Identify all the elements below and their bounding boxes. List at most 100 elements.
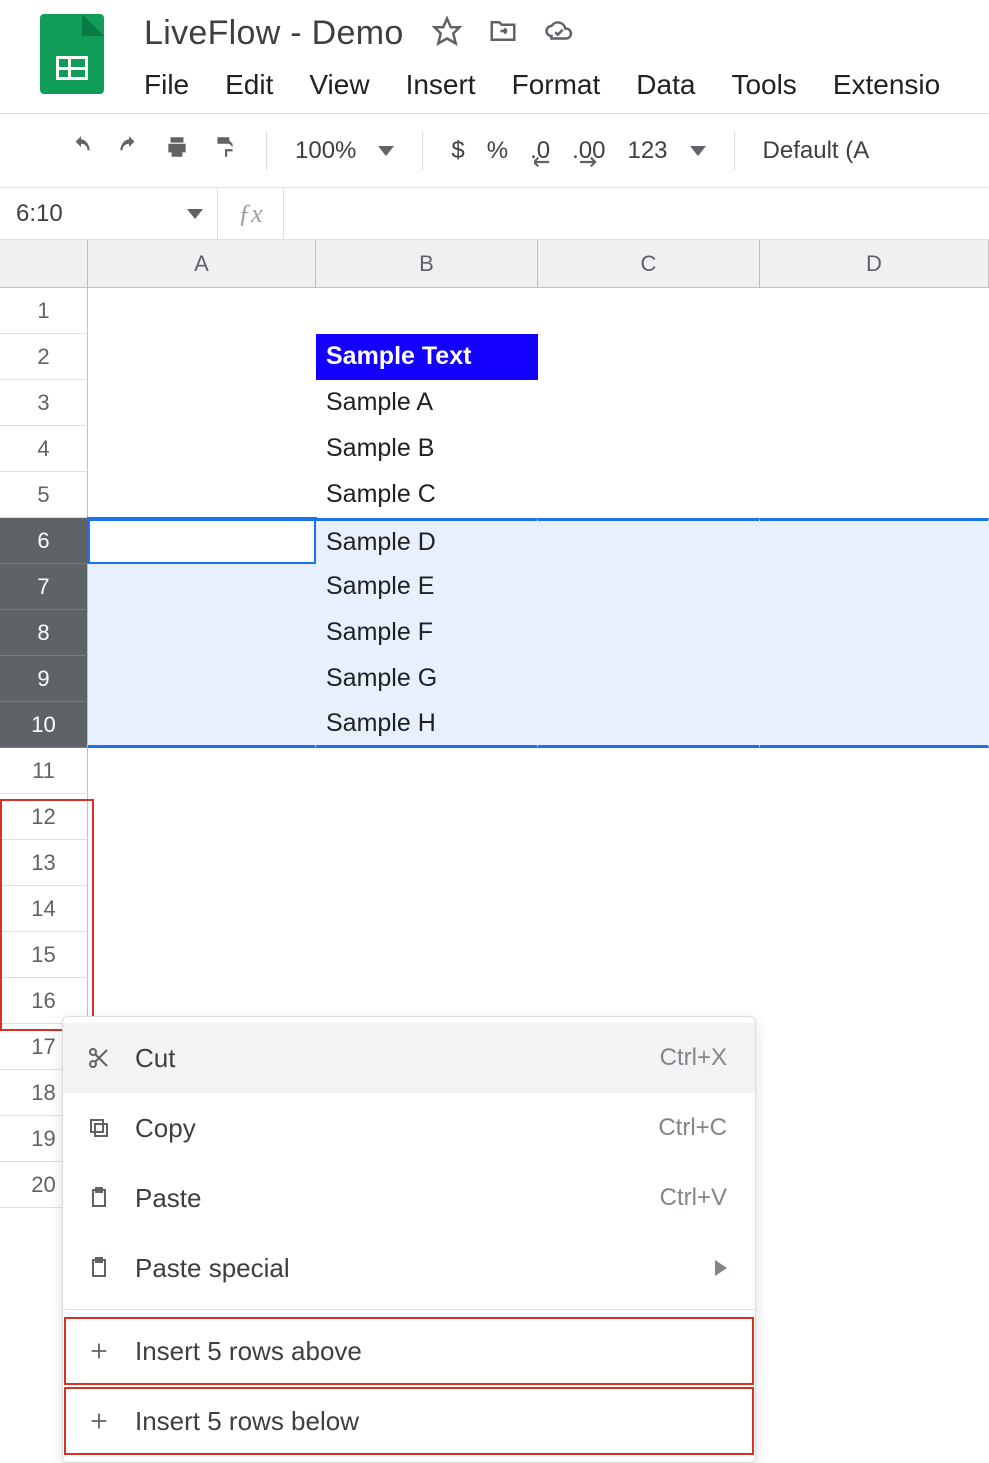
col-header-A[interactable]: A [88,240,316,287]
cell[interactable] [88,518,316,564]
cell[interactable] [538,380,760,426]
name-box[interactable]: 6:10 [0,188,218,239]
cell[interactable] [316,288,538,334]
row-header[interactable]: 9 [0,656,88,702]
row-header[interactable]: 12 [0,794,88,840]
cell[interactable] [88,334,316,380]
cell[interactable] [538,794,760,840]
menu-extensions[interactable]: Extensio [833,69,940,101]
cell[interactable] [316,886,538,932]
sheets-app-icon[interactable] [40,14,104,94]
row-header[interactable]: 6 [0,518,88,564]
font-dropdown[interactable]: Default (A [763,137,870,165]
cell[interactable] [538,426,760,472]
cell[interactable] [88,288,316,334]
zoom-dropdown[interactable]: 100% [295,137,394,165]
cell[interactable] [760,518,989,564]
cell[interactable] [88,610,316,656]
cell[interactable] [88,472,316,518]
cell[interactable] [538,840,760,886]
cell[interactable] [760,426,989,472]
cell[interactable] [88,794,316,840]
cell[interactable] [316,932,538,978]
row-header[interactable]: 5 [0,472,88,518]
cloud-status-icon[interactable] [544,16,574,51]
print-icon[interactable] [164,134,190,167]
cell[interactable] [316,840,538,886]
cell[interactable] [88,932,316,978]
cell[interactable] [88,748,316,794]
ctx-paste[interactable]: Paste Ctrl+V [63,1163,755,1233]
currency-button[interactable]: $ [451,137,464,165]
ctx-cut[interactable]: Cut Ctrl+X [63,1023,755,1093]
menu-file[interactable]: File [144,69,189,101]
cell[interactable] [88,886,316,932]
cell[interactable] [760,334,989,380]
cell[interactable] [538,886,760,932]
cell[interactable] [538,610,760,656]
cell[interactable] [760,1024,989,1070]
row-header[interactable]: 4 [0,426,88,472]
cell[interactable] [538,564,760,610]
cell[interactable] [316,794,538,840]
cell[interactable] [760,1070,989,1116]
cell[interactable] [88,840,316,886]
cell[interactable]: Sample G [316,656,538,702]
row-header[interactable]: 14 [0,886,88,932]
menu-insert[interactable]: Insert [406,69,476,101]
cell[interactable] [538,472,760,518]
cell[interactable] [88,702,316,748]
cell[interactable] [88,564,316,610]
row-header[interactable]: 15 [0,932,88,978]
cell[interactable]: Sample E [316,564,538,610]
move-folder-icon[interactable] [488,16,518,51]
menu-view[interactable]: View [309,69,369,101]
row-header[interactable]: 3 [0,380,88,426]
col-header-B[interactable]: B [316,240,538,287]
cell[interactable] [760,840,989,886]
cell[interactable] [538,656,760,702]
cell[interactable] [760,610,989,656]
cell[interactable] [88,656,316,702]
col-header-C[interactable]: C [538,240,760,287]
cell[interactable] [760,564,989,610]
ctx-copy[interactable]: Copy Ctrl+C [63,1093,755,1163]
cell[interactable] [760,794,989,840]
undo-icon[interactable] [68,134,94,167]
row-header[interactable]: 1 [0,288,88,334]
decrease-decimal-button[interactable]: .0 [530,137,550,165]
cell[interactable]: Sample Text [316,334,538,380]
number-format-dropdown[interactable]: 123 [627,137,705,165]
menu-format[interactable]: Format [512,69,601,101]
cell[interactable] [760,288,989,334]
cell[interactable] [760,932,989,978]
cell[interactable] [760,472,989,518]
row-header[interactable]: 7 [0,564,88,610]
cell[interactable] [760,656,989,702]
cell[interactable] [760,748,989,794]
menu-data[interactable]: Data [636,69,695,101]
percent-button[interactable]: % [487,137,508,165]
cell[interactable] [760,380,989,426]
cell[interactable]: Sample F [316,610,538,656]
cell[interactable] [538,288,760,334]
cell[interactable] [760,1162,989,1208]
menu-tools[interactable]: Tools [731,69,796,101]
cell[interactable]: Sample B [316,426,538,472]
ctx-insert-rows-above[interactable]: Insert 5 rows above [63,1316,755,1386]
menu-edit[interactable]: Edit [225,69,273,101]
cell[interactable] [760,886,989,932]
col-header-D[interactable]: D [760,240,989,287]
star-icon[interactable] [432,16,462,51]
cell[interactable] [760,978,989,1024]
select-all-corner[interactable] [0,240,88,287]
cell[interactable]: Sample D [316,518,538,564]
increase-decimal-button[interactable]: .00 [572,137,605,165]
paint-format-icon[interactable] [212,134,238,167]
cell[interactable]: Sample H [316,702,538,748]
cell[interactable] [538,748,760,794]
cell[interactable] [538,518,760,564]
cell[interactable]: Sample C [316,472,538,518]
cell[interactable] [316,748,538,794]
cell[interactable] [88,380,316,426]
